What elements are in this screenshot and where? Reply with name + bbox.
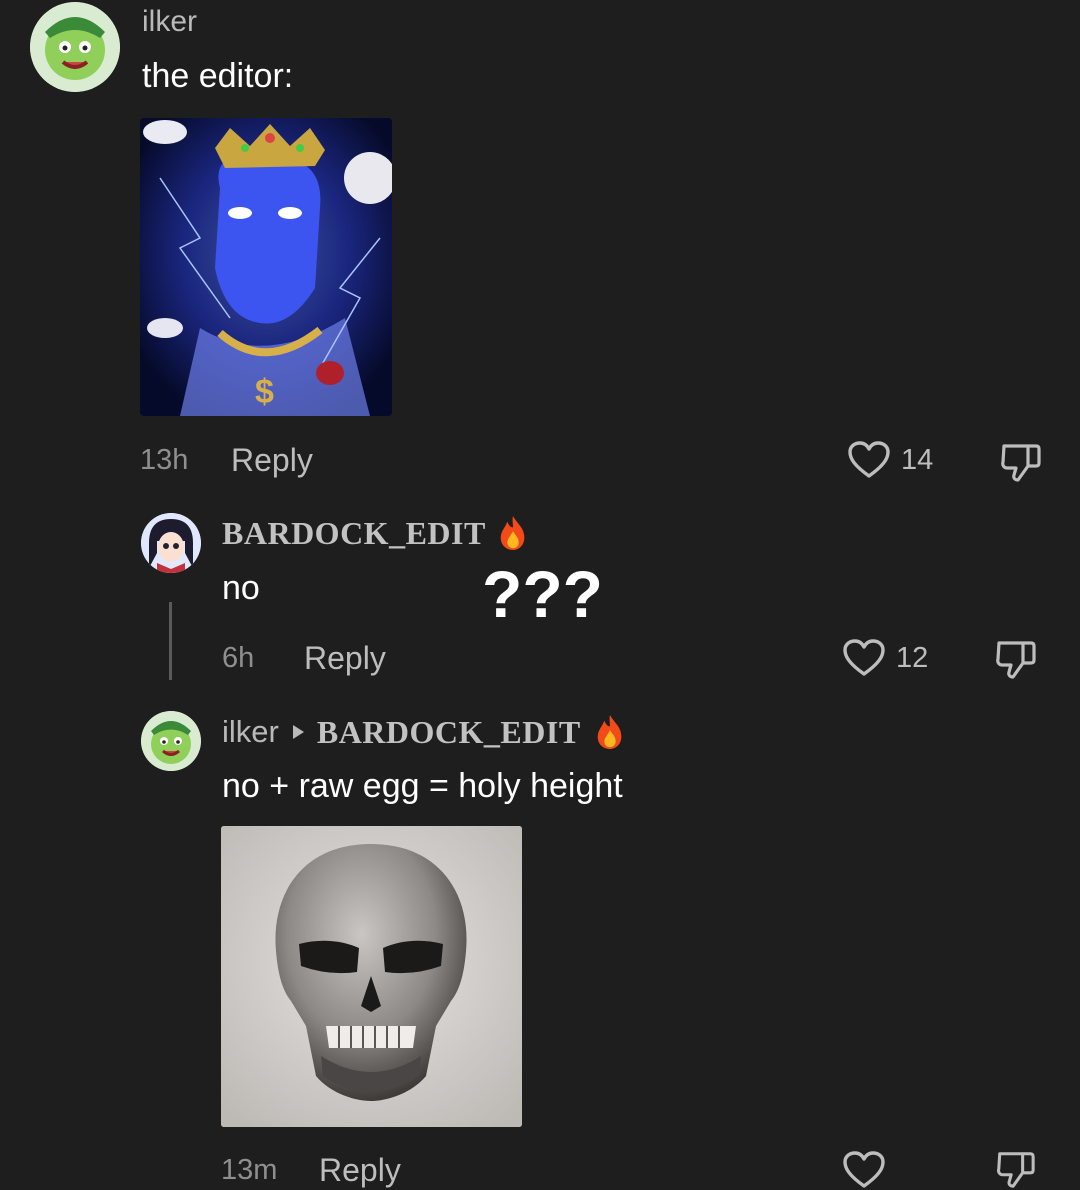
thumbs-down-outline-icon[interactable]	[993, 637, 1037, 681]
comment-header: ilker BARDOCK_EDIT	[222, 712, 627, 752]
comment-image-crowned-figure[interactable]: $	[140, 118, 392, 416]
heart-outline-icon[interactable]	[842, 1150, 886, 1190]
thumbs-down-outline-icon[interactable]	[998, 440, 1042, 484]
overlay-question-marks: ???	[482, 557, 603, 631]
comment-text: no	[222, 569, 260, 607]
fire-emoji	[500, 516, 525, 550]
avatar[interactable]	[141, 513, 201, 573]
comment-username[interactable]: ilker	[142, 5, 197, 39]
svg-text:$: $	[255, 373, 274, 411]
comment-image-skull[interactable]	[221, 826, 522, 1127]
comment-time: 6h	[222, 642, 255, 674]
avatar[interactable]	[30, 2, 120, 92]
comment-time: 13m	[221, 1154, 278, 1186]
reply-to-username[interactable]: BARDOCK_EDIT	[317, 714, 581, 751]
like-count: 12	[896, 642, 929, 674]
thread-line	[169, 602, 172, 680]
comment-text: the editor:	[142, 57, 294, 95]
comment-username[interactable]: ilker	[222, 714, 279, 750]
heart-outline-icon[interactable]	[847, 440, 891, 480]
comment-time: 13h	[140, 444, 189, 476]
comment-username[interactable]: BARDOCK_EDIT	[222, 515, 486, 552]
reply-button[interactable]: Reply	[319, 1152, 401, 1189]
reply-button[interactable]: Reply	[304, 640, 386, 677]
comment-header: BARDOCK_EDIT	[222, 513, 530, 553]
caret-right-icon	[292, 725, 304, 739]
like-count: 14	[901, 444, 934, 476]
heart-outline-icon[interactable]	[842, 638, 886, 678]
comment-text: no + raw egg = holy height	[222, 767, 623, 805]
thumbs-down-outline-icon[interactable]	[993, 1148, 1037, 1190]
fire-emoji	[597, 715, 621, 749]
avatar[interactable]	[141, 711, 201, 771]
reply-button[interactable]: Reply	[231, 442, 313, 479]
